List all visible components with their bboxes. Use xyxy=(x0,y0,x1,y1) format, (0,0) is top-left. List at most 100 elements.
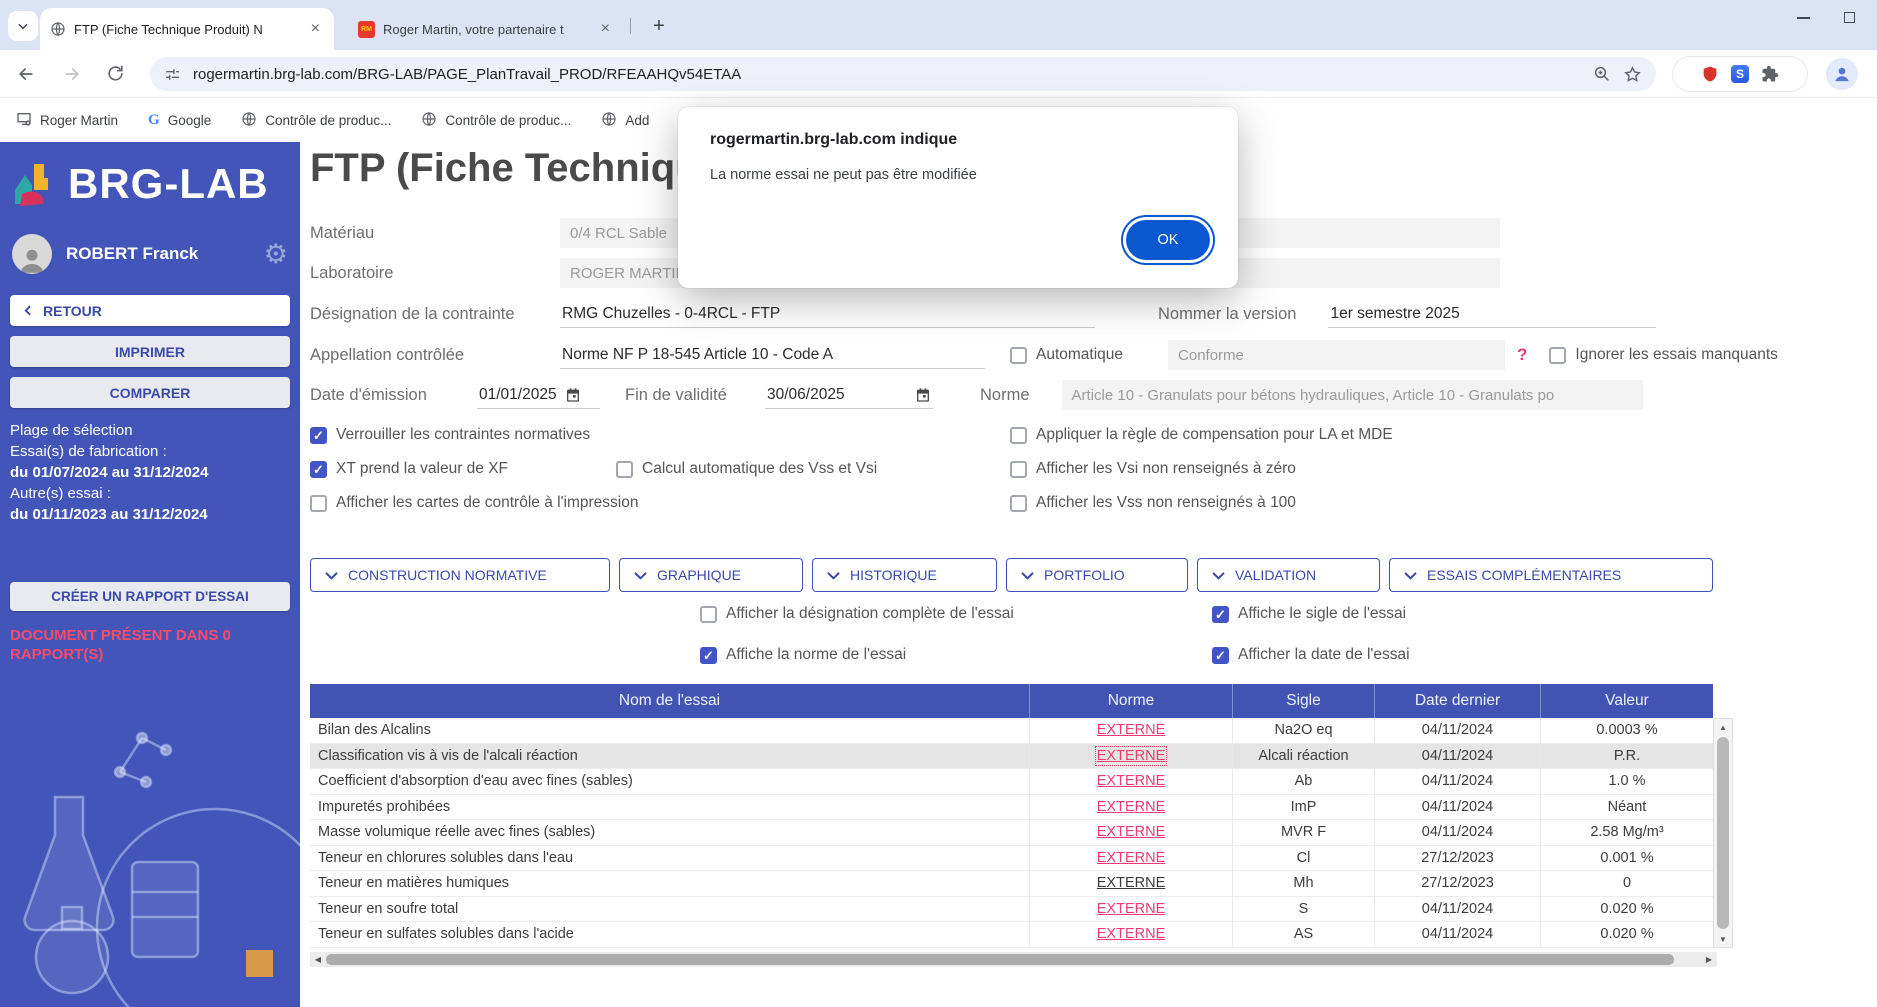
checkbox[interactable] xyxy=(310,461,327,478)
scroll-thumb[interactable] xyxy=(326,954,1674,965)
bookmark-item[interactable]: Add xyxy=(601,111,649,130)
checkbox[interactable] xyxy=(1010,495,1027,512)
checkbox[interactable] xyxy=(700,647,717,664)
help-icon[interactable]: ? xyxy=(1517,345,1527,365)
close-icon[interactable]: × xyxy=(597,20,614,38)
laboratoire-label: Laboratoire xyxy=(310,264,560,283)
checkbox[interactable] xyxy=(700,606,717,623)
table-row[interactable]: Teneur en chlorures solubles dans l'eauE… xyxy=(310,846,1713,872)
reload-button[interactable] xyxy=(106,64,125,88)
checkbox-ignorer-essais[interactable]: Ignorer les essais manquants xyxy=(1549,346,1777,364)
bookmark-item[interactable]: Contrôle de produc... xyxy=(421,111,571,130)
externe-link[interactable]: EXTERNE xyxy=(1097,722,1166,738)
accordion-validation[interactable]: VALIDATION xyxy=(1197,558,1380,592)
forward-button[interactable] xyxy=(62,64,82,89)
checkbox-affiche-norme[interactable]: Affiche la norme de l'essai xyxy=(700,646,906,664)
tab-ftp[interactable]: FTP (Fiche Technique Produit) N × xyxy=(40,8,334,50)
checkbox[interactable] xyxy=(616,461,633,478)
externe-link[interactable]: EXTERNE xyxy=(1097,901,1166,917)
horizontal-scrollbar[interactable]: ◀ ▶ xyxy=(310,952,1717,967)
profile-avatar[interactable] xyxy=(1826,58,1858,90)
back-button[interactable] xyxy=(16,64,36,89)
checkbox-cartes-controle[interactable]: Afficher les cartes de contrôle à l'impr… xyxy=(310,494,638,512)
checkbox-compensation[interactable]: Appliquer la règle de compensation pour … xyxy=(1010,426,1393,444)
vertical-scrollbar[interactable]: ▲ ▼ xyxy=(1713,718,1733,948)
table-row[interactable]: Teneur en matières humiquesEXTERNEMh27/1… xyxy=(310,871,1713,897)
table-row[interactable]: Teneur en soufre totalEXTERNES04/11/2024… xyxy=(310,897,1713,923)
close-icon[interactable]: × xyxy=(307,20,324,38)
scroll-down-icon[interactable]: ▼ xyxy=(1719,931,1727,947)
checkbox-calcul-vss-vsi[interactable]: Calcul automatique des Vss et Vsi xyxy=(616,460,877,478)
zoom-icon[interactable] xyxy=(1593,65,1611,83)
bookmark-item[interactable]: Roger Martin xyxy=(16,111,118,130)
externe-link[interactable]: EXTERNE xyxy=(1097,748,1166,764)
url-bar[interactable]: rogermartin.brg-lab.com/BRG-LAB/PAGE_Pla… xyxy=(150,57,1656,91)
checkbox[interactable] xyxy=(310,427,327,444)
checkbox-vsi-zero[interactable]: Afficher les Vsi non renseignés à zéro xyxy=(1010,460,1296,478)
checkbox-verrouiller[interactable]: Verrouiller les contraintes normatives xyxy=(310,426,590,444)
externe-link[interactable]: EXTERNE xyxy=(1097,824,1166,840)
checkbox-xt[interactable]: XT prend la valeur de XF xyxy=(310,460,508,478)
table-row[interactable]: Teneur en sulfates solubles dans l'acide… xyxy=(310,922,1713,948)
site-settings-icon[interactable] xyxy=(164,66,181,83)
checkbox[interactable] xyxy=(1212,606,1229,623)
cell-date: 04/11/2024 xyxy=(1375,795,1541,820)
scroll-thumb[interactable] xyxy=(1717,737,1729,929)
accordion-portfolio[interactable]: PORTFOLIO xyxy=(1006,558,1188,592)
checkbox[interactable] xyxy=(1212,647,1229,664)
scroll-left-icon[interactable]: ◀ xyxy=(310,955,326,964)
comparer-button[interactable]: COMPARER xyxy=(10,377,290,408)
url-text[interactable]: rogermartin.brg-lab.com/BRG-LAB/PAGE_Pla… xyxy=(193,66,1581,83)
calendar-icon[interactable] xyxy=(565,387,581,403)
checkbox-designation-complete[interactable]: Afficher la désignation complète de l'es… xyxy=(700,605,1014,623)
table-row[interactable]: Bilan des AlcalinsEXTERNENa2O eq04/11/20… xyxy=(310,718,1713,744)
table-row[interactable]: Classification vis à vis de l'alcali réa… xyxy=(310,744,1713,770)
fin-validite-input[interactable]: 30/06/2025 xyxy=(765,381,933,409)
designation-input[interactable]: RMG Chuzelles - 0-4RCL - FTP xyxy=(560,300,1095,328)
table-row[interactable]: Coefficient d'absorption d'eau avec fine… xyxy=(310,769,1713,795)
externe-link[interactable]: EXTERNE xyxy=(1097,850,1166,866)
accordion-graphique[interactable]: GRAPHIQUE xyxy=(619,558,803,592)
accordion-construction-normative[interactable]: CONSTRUCTION NORMATIVE xyxy=(310,558,610,592)
checkbox-vss-100[interactable]: Afficher les Vss non renseignés à 100 xyxy=(1010,494,1296,512)
checkbox[interactable] xyxy=(1010,347,1027,364)
checkbox[interactable] xyxy=(1549,347,1566,364)
minimize-icon[interactable] xyxy=(1797,17,1810,19)
imprimer-button[interactable]: IMPRIMER xyxy=(10,336,290,367)
cell-valeur: 0.0003 % xyxy=(1541,718,1713,743)
checkbox-automatique[interactable]: Automatique xyxy=(1010,346,1123,364)
checkbox[interactable] xyxy=(310,495,327,512)
bookmark-item[interactable]: Contrôle de produc... xyxy=(241,111,391,130)
scroll-right-icon[interactable]: ▶ xyxy=(1701,955,1717,964)
ok-button[interactable]: OK xyxy=(1126,220,1210,260)
accordion-essais-compl-mentaires[interactable]: ESSAIS COMPLÉMENTAIRES xyxy=(1389,558,1713,592)
scroll-up-icon[interactable]: ▲ xyxy=(1719,719,1727,735)
table-row[interactable]: Masse volumique réelle avec fines (sable… xyxy=(310,820,1713,846)
accordion-historique[interactable]: HISTORIQUE xyxy=(812,558,997,592)
date-emission-input[interactable]: 01/01/2025 xyxy=(477,381,600,409)
checkbox[interactable] xyxy=(1010,461,1027,478)
externe-link[interactable]: EXTERNE xyxy=(1097,926,1166,942)
extensions-puzzle-icon[interactable] xyxy=(1761,65,1779,83)
bookmark-item[interactable]: GGoogle xyxy=(148,112,211,129)
nommer-version-input[interactable]: 1er semestre 2025 xyxy=(1328,300,1656,328)
checkbox[interactable] xyxy=(1010,427,1027,444)
checkbox-affiche-sigle[interactable]: Affiche le sigle de l'essai xyxy=(1212,605,1406,623)
externe-link[interactable]: EXTERNE xyxy=(1097,875,1166,891)
gear-icon[interactable]: ⚙ xyxy=(264,239,288,270)
s-extension-icon[interactable]: S xyxy=(1731,65,1749,83)
table-row[interactable]: Impuretés prohibéesEXTERNEImP04/11/2024N… xyxy=(310,795,1713,821)
appellation-input[interactable]: Norme NF P 18-545 Article 10 - Code A xyxy=(560,341,985,369)
ublock-icon[interactable] xyxy=(1701,65,1719,83)
externe-link[interactable]: EXTERNE xyxy=(1097,773,1166,789)
tab-roger-martin[interactable]: RM Roger Martin, votre partenaire t × xyxy=(350,13,622,45)
creer-rapport-button[interactable]: CRÉER UN RAPPORT D'ESSAI xyxy=(10,582,290,611)
tab-search-button[interactable] xyxy=(8,11,38,41)
new-tab-button[interactable]: + xyxy=(645,12,673,40)
maximize-icon[interactable] xyxy=(1844,12,1855,23)
checkbox-afficher-date[interactable]: Afficher la date de l'essai xyxy=(1212,646,1410,664)
externe-link[interactable]: EXTERNE xyxy=(1097,799,1166,815)
retour-button[interactable]: RETOUR xyxy=(10,295,290,326)
calendar-icon[interactable] xyxy=(915,387,931,403)
bookmark-star-icon[interactable] xyxy=(1623,65,1642,84)
